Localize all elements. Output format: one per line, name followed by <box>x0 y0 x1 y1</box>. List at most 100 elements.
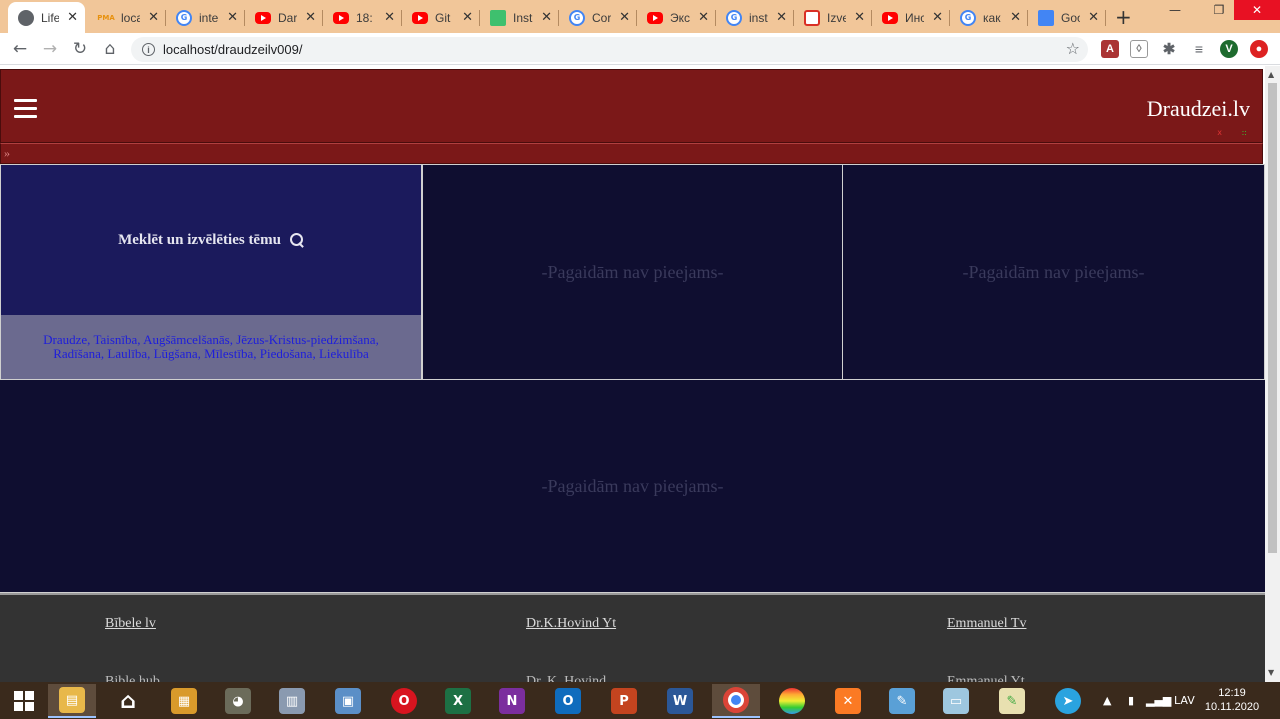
home-button[interactable]: ⌂ <box>99 38 121 60</box>
tray-overflow-icon[interactable]: ▲ <box>1103 682 1111 719</box>
footer-text-hovind[interactable]: Dr. K. Hovind <box>526 674 606 682</box>
taskbar-onenote[interactable]: N <box>488 684 536 718</box>
reload-button[interactable]: ↻ <box>69 38 91 60</box>
home-icon: ⌂ <box>120 688 136 714</box>
tab-close-icon[interactable]: ✕ <box>776 10 787 25</box>
taskbar-gimp[interactable]: ◕ <box>214 684 262 718</box>
taskbar-opera[interactable]: O <box>380 684 428 718</box>
taskbar-home[interactable]: ⌂ <box>104 684 152 718</box>
browser-tab[interactable]: Инс ✕ <box>872 2 950 33</box>
close-window-button[interactable]: ✕ <box>1234 0 1280 20</box>
search-label: Meklēt un izvēlēties tēmu <box>118 231 281 248</box>
taskbar-rainbow-app[interactable] <box>768 684 816 718</box>
taskbar-telegram[interactable]: ➤ <box>1044 684 1092 718</box>
update-menu-icon[interactable]: ● <box>1250 40 1268 58</box>
scroll-up-arrow-icon[interactable]: ▲ <box>1268 70 1274 79</box>
taskbar-excel[interactable]: X <box>434 684 482 718</box>
xampp-icon: ✕ <box>835 688 861 714</box>
taskbar-notes[interactable]: ▦ <box>160 684 208 718</box>
site-info-icon[interactable]: i <box>142 43 155 56</box>
browser-tab[interactable]: Izve ✕ <box>794 2 872 33</box>
browser-tab[interactable]: Ginter ✕ <box>166 2 245 33</box>
taskbar-paint[interactable]: ✎ <box>878 684 926 718</box>
page-scrollbar[interactable]: ▲ ▼ <box>1265 66 1280 682</box>
taskbar-control-panel[interactable]: ▣ <box>324 684 372 718</box>
taskbar-xampp[interactable]: ✕ <box>824 684 872 718</box>
browser-tab[interactable]: Ginst ✕ <box>716 2 794 33</box>
youtube-icon <box>255 11 271 24</box>
profile-avatar[interactable]: V <box>1220 40 1238 58</box>
network-signal-icon[interactable]: ▂▄▆ <box>1146 682 1171 719</box>
page-viewport: Draudzei.lv x :: » Meklēt un izvēlēties … <box>0 66 1265 682</box>
taskbar-sticky[interactable]: ▭ <box>932 684 980 718</box>
new-tab-button[interactable]: + <box>1115 5 1132 29</box>
browser-tab[interactable]: Git ✕ <box>402 2 480 33</box>
extensions-puzzle-icon[interactable]: ✱ <box>1160 40 1178 58</box>
tab-close-icon[interactable]: ✕ <box>227 10 238 25</box>
youtube-icon <box>333 11 349 24</box>
browser-tab[interactable]: Dar ✕ <box>245 2 323 33</box>
taskbar-outlook[interactable]: O <box>544 684 592 718</box>
footer-text-emmanuel-yt[interactable]: Emmanuel Yt <box>947 674 1025 682</box>
topic-search-button[interactable]: Meklēt un izvēlēties tēmu <box>1 165 421 315</box>
address-bar[interactable]: i localhost/draudzeilv009/ ☆ <box>131 37 1088 62</box>
mail-icon <box>804 9 820 26</box>
unavailable-text: -Pagaidām nav pieejams- <box>541 475 724 496</box>
tab-close-icon[interactable]: ✕ <box>541 10 552 25</box>
site-brand[interactable]: Draudzei.lv <box>1147 96 1250 122</box>
footer-link-hovind-yt[interactable]: Dr.K.Hovind Yt <box>526 616 616 632</box>
search-icon <box>289 233 304 247</box>
taskbar-notepadpp[interactable]: ✎ <box>988 684 1036 718</box>
shield-extension-icon[interactable]: ◊ <box>1130 40 1148 58</box>
browser-tab[interactable]: Goo ✕ <box>1028 2 1106 33</box>
tab-close-icon[interactable]: ✕ <box>1010 10 1021 25</box>
taskbar-file-explorer[interactable]: ▤ <box>48 684 96 718</box>
tab-close-icon[interactable]: ✕ <box>384 10 395 25</box>
word-icon: W <box>667 688 693 714</box>
bookmark-star-icon[interactable]: ☆ <box>1066 39 1080 58</box>
taskbar-powerpoint[interactable]: P <box>600 684 648 718</box>
footer-text-bible-hub[interactable]: Bible hub <box>105 674 160 682</box>
tab-close-icon[interactable]: ✕ <box>619 10 630 25</box>
scrollbar-thumb[interactable] <box>1268 83 1277 553</box>
minimize-button[interactable]: — <box>1160 0 1190 20</box>
tab-close-icon[interactable]: ✕ <box>698 10 709 25</box>
footer-link-emmanuel-tv[interactable]: Emmanuel Tv <box>947 616 1026 632</box>
pdf-extension-icon[interactable]: A <box>1101 40 1119 58</box>
tab-close-icon[interactable]: ✕ <box>854 10 865 25</box>
tab-close-icon[interactable]: ✕ <box>67 10 78 25</box>
browser-tab[interactable]: Gкак ✕ <box>950 2 1028 33</box>
unavailable-panel-2: -Pagaidām nav pieejams- <box>842 164 1265 380</box>
youtube-icon <box>647 11 663 24</box>
taskbar-chrome[interactable] <box>712 684 760 718</box>
browser-tab[interactable]: Inst ✕ <box>480 2 559 33</box>
language-indicator[interactable]: LAV <box>1174 682 1195 719</box>
header-close-mark[interactable]: x <box>1217 128 1222 137</box>
browser-tab[interactable]: Экс ✕ <box>637 2 716 33</box>
browser-tab[interactable]: PMA localhost ✕ <box>88 2 166 33</box>
taskbar-word[interactable]: W <box>656 684 704 718</box>
tab-close-icon[interactable]: ✕ <box>1088 10 1099 25</box>
reading-list-icon[interactable]: ≡ <box>1190 40 1208 58</box>
taskbar-calculator[interactable]: ▥ <box>268 684 316 718</box>
scroll-down-arrow-icon[interactable]: ▼ <box>1268 668 1274 677</box>
tab-close-icon[interactable]: ✕ <box>148 10 159 25</box>
tab-close-icon[interactable]: ✕ <box>932 10 943 25</box>
forward-button[interactable]: → <box>39 38 61 60</box>
excel-icon: X <box>445 688 471 714</box>
battery-icon[interactable]: ▮ <box>1128 682 1134 719</box>
google-icon: G <box>960 9 976 26</box>
maximize-button[interactable]: ❐ <box>1204 0 1234 20</box>
back-button[interactable]: ← <box>9 38 31 60</box>
footer-link-bibele[interactable]: Bībele lv <box>105 616 156 632</box>
browser-tab[interactable]: 18: ✕ <box>323 2 402 33</box>
topic-links[interactable]: Draudze, Taisnība, Augšāmcelšanās, Jēzus… <box>23 333 399 361</box>
taskbar-clock[interactable]: 12:19 10.11.2020 <box>1200 686 1264 714</box>
start-button[interactable] <box>0 684 48 718</box>
tab-close-icon[interactable]: ✕ <box>305 10 316 25</box>
browser-tab[interactable]: Life ✕ <box>8 2 85 33</box>
header-dots-mark[interactable]: :: <box>1242 128 1247 137</box>
tab-close-icon[interactable]: ✕ <box>462 10 473 25</box>
menu-hamburger-icon[interactable] <box>14 99 37 123</box>
browser-tab[interactable]: G Cor ✕ <box>559 2 637 33</box>
